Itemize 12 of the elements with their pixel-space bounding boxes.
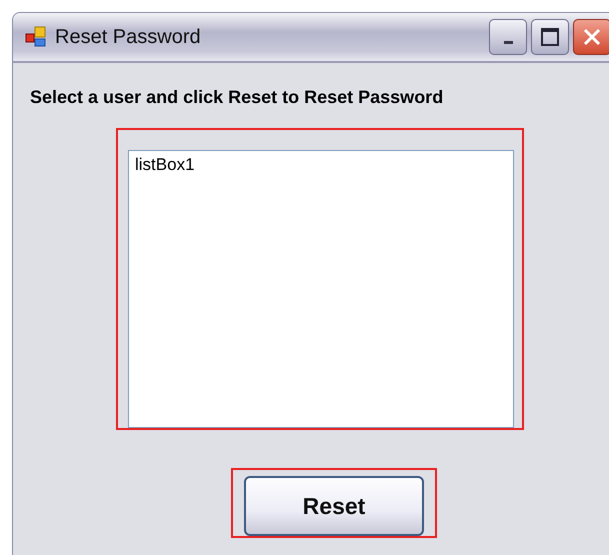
app-icon — [25, 26, 47, 48]
minimize-button[interactable] — [489, 19, 527, 55]
maximize-button[interactable] — [531, 19, 569, 55]
minimize-icon — [504, 40, 512, 44]
user-list-box[interactable]: listBox1 — [128, 150, 514, 428]
maximize-icon — [540, 27, 560, 47]
window-title: Reset Password — [55, 26, 202, 48]
close-icon — [582, 27, 602, 47]
list-item[interactable]: listBox1 — [135, 155, 507, 175]
instruction-label: Select a user and click Reset to Reset Password — [30, 87, 444, 108]
close-button[interactable] — [573, 19, 609, 55]
reset-button[interactable]: Reset — [244, 476, 424, 536]
